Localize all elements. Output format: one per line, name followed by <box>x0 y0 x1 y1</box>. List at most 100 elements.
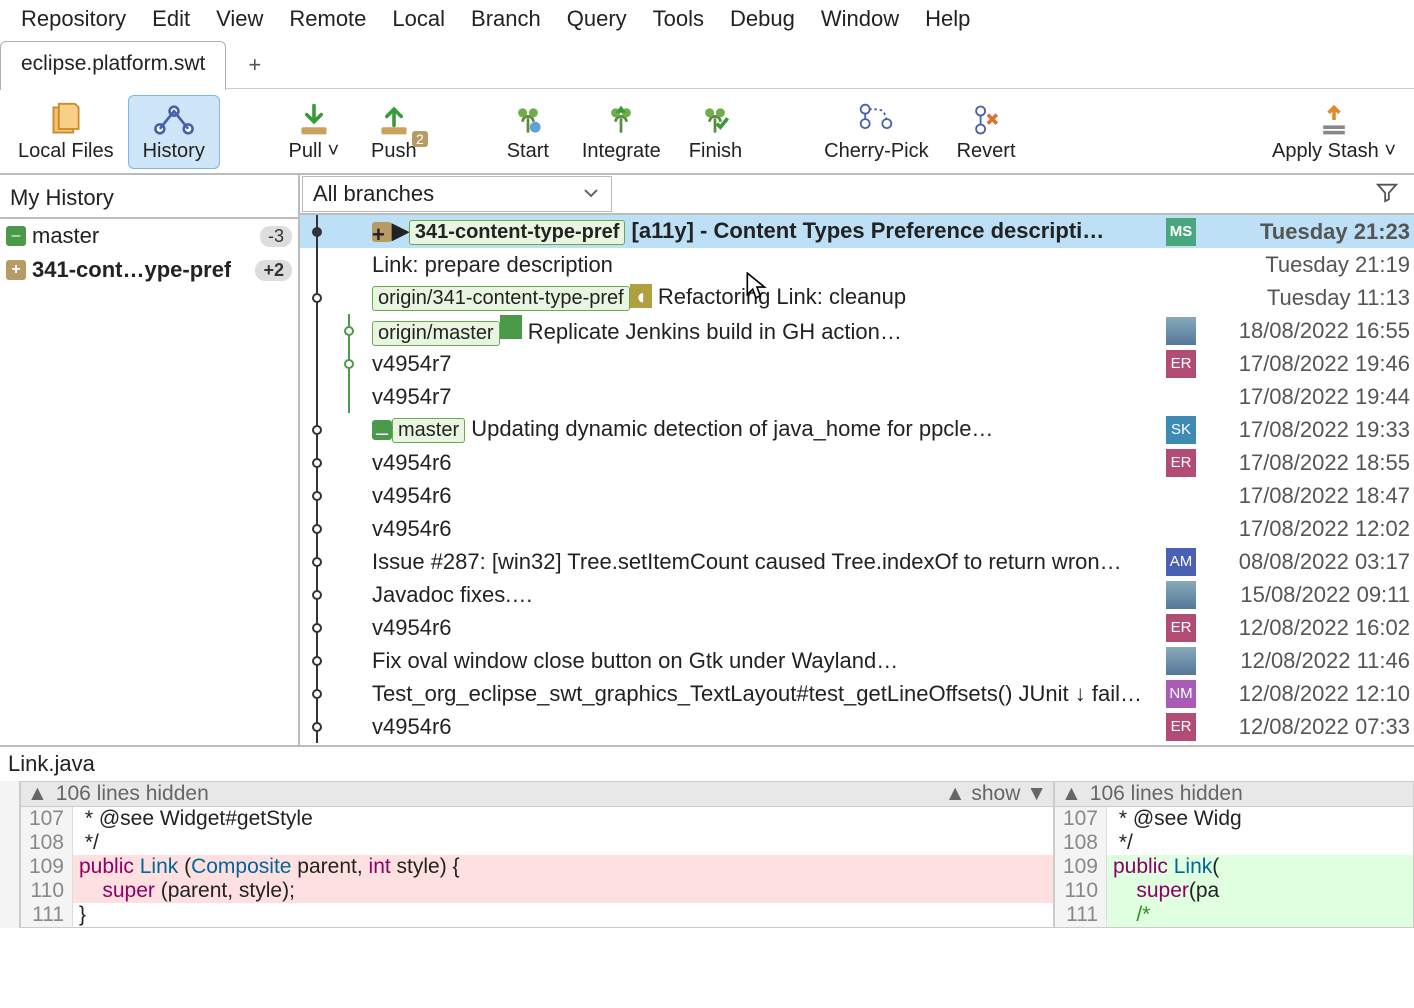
commit-row[interactable]: origin/341-content-type-pref◖ Refactorin… <box>300 281 1414 314</box>
menu-window[interactable]: Window <box>808 2 912 36</box>
branch-count-badge: -3 <box>260 226 292 247</box>
code-text: */ <box>1107 831 1413 855</box>
code-text: */ <box>73 831 1053 855</box>
code-text: super (parent, style); <box>73 879 1053 903</box>
commit-graph <box>300 677 372 710</box>
commit-author-avatar <box>1166 317 1196 345</box>
commit-graph <box>300 479 372 512</box>
sidebar-branch-item[interactable]: +341-cont…ype-pref+2 <box>0 253 298 287</box>
sidebar-title: My History <box>0 175 298 219</box>
pull-label: Pull ˅ <box>289 140 340 163</box>
menu-tools[interactable]: Tools <box>640 2 717 36</box>
tab-repository[interactable]: eclipse.platform.swt <box>0 41 226 90</box>
commit-message: origin/341-content-type-pref◖ Refactorin… <box>372 284 1162 311</box>
branch-filter-dropdown[interactable]: All branches <box>302 176 612 212</box>
commit-author-avatar: MS <box>1166 218 1196 246</box>
revert-button[interactable]: Revert <box>943 95 1030 169</box>
start-button[interactable]: Start <box>488 95 568 169</box>
funnel-icon <box>1376 181 1398 203</box>
menu-branch[interactable]: Branch <box>458 2 554 36</box>
filter-icon-button[interactable] <box>1360 175 1414 214</box>
commit-author-avatar <box>1166 515 1196 543</box>
diff-hidden-lines-bar[interactable]: ▲106 lines hidden <box>1055 782 1413 807</box>
apply-stash-button[interactable]: Apply Stash ˅ <box>1258 95 1410 169</box>
start-icon <box>510 102 546 138</box>
commit-row[interactable]: Javadoc fixes.…15/08/2022 09:11 <box>300 578 1414 611</box>
cherry-pick-button[interactable]: Cherry-Pick <box>810 95 942 169</box>
commit-row[interactable]: v4954r6ER12/08/2022 07:33 <box>300 710 1414 743</box>
chevron-down-icon <box>583 185 599 201</box>
apply-stash-label: Apply Stash ˅ <box>1272 140 1396 163</box>
commit-author-avatar <box>1166 482 1196 510</box>
commit-graph <box>300 611 372 644</box>
finish-button[interactable]: Finish <box>675 95 756 169</box>
commit-time: 17/08/2022 18:55 <box>1200 450 1410 476</box>
commit-row[interactable]: v4954r7ER17/08/2022 19:46 <box>300 347 1414 380</box>
menu-help[interactable]: Help <box>912 2 983 36</box>
commit-author-avatar <box>1166 383 1196 411</box>
diff-hidden-lines-bar[interactable]: ▲106 lines hidden▲ show ▼ <box>21 782 1053 807</box>
commit-time: 12/08/2022 07:33 <box>1200 714 1410 740</box>
commit-time: 17/08/2022 18:47 <box>1200 483 1410 509</box>
integrate-button[interactable]: Integrate <box>568 95 675 169</box>
commit-message: Link: prepare description <box>372 252 1162 278</box>
sidebar-branch-item[interactable]: –master -3 <box>0 219 298 253</box>
menu-view[interactable]: View <box>203 2 276 36</box>
commit-graph <box>300 578 372 611</box>
branch-label: master <box>32 223 99 249</box>
commit-message: –master Updating dynamic detection of ja… <box>372 416 1162 443</box>
commit-author-avatar: ER <box>1166 350 1196 378</box>
commit-list[interactable]: +▶341-content-type-pref [a11y] - Content… <box>300 215 1414 745</box>
pull-button[interactable]: Pull ˅ <box>274 95 354 169</box>
commit-row[interactable]: v4954r617/08/2022 12:02 <box>300 512 1414 545</box>
menu-remote[interactable]: Remote <box>276 2 379 36</box>
commit-row[interactable]: +▶341-content-type-pref [a11y] - Content… <box>300 215 1414 248</box>
commit-time: 17/08/2022 19:33 <box>1200 417 1410 443</box>
push-button[interactable]: 2 Push <box>354 95 434 169</box>
push-label: Push <box>371 140 417 163</box>
commit-row[interactable]: Test_org_eclipse_swt_graphics_TextLayout… <box>300 677 1414 710</box>
commit-time: Tuesday 11:13 <box>1200 285 1410 311</box>
commit-time: 12/08/2022 16:02 <box>1200 615 1410 641</box>
history-button[interactable]: History <box>128 95 220 169</box>
menu-local[interactable]: Local <box>379 2 458 36</box>
commit-time: 18/08/2022 16:55 <box>1200 318 1410 344</box>
commit-row[interactable]: v4954r6ER12/08/2022 16:02 <box>300 611 1414 644</box>
commit-message: Javadoc fixes.… <box>372 582 1162 608</box>
commit-row[interactable]: Issue #287: [win32] Tree.setItemCount ca… <box>300 545 1414 578</box>
local-files-button[interactable]: Local Files <box>4 95 128 169</box>
commit-graph <box>300 380 372 413</box>
branch-chip-icon: – <box>6 226 26 246</box>
commit-graph <box>300 512 372 545</box>
branch-filter-label: All branches <box>313 181 434 207</box>
commit-row[interactable]: Fix oval window close button on Gtk unde… <box>300 644 1414 677</box>
commit-row[interactable]: origin/master Replicate Jenkins build in… <box>300 314 1414 347</box>
toolbar: Local Files History Pull ˅ 2 Push Start … <box>0 89 1414 175</box>
menu-bar: RepositoryEditViewRemoteLocalBranchQuery… <box>0 0 1414 41</box>
line-number: 109 <box>1055 855 1107 879</box>
pull-icon <box>296 102 332 138</box>
menu-query[interactable]: Query <box>554 2 640 36</box>
line-number: 108 <box>1055 831 1107 855</box>
menu-debug[interactable]: Debug <box>717 2 808 36</box>
diff-right-column[interactable]: ▲106 lines hidden107 * @see Widg108 */10… <box>1054 781 1414 928</box>
commit-author-avatar <box>1166 284 1196 312</box>
commit-graph <box>300 446 372 479</box>
commit-row[interactable]: v4954r6ER17/08/2022 18:55 <box>300 446 1414 479</box>
commit-row[interactable]: –master Updating dynamic detection of ja… <box>300 413 1414 446</box>
push-icon <box>376 102 412 138</box>
line-number: 110 <box>1055 879 1107 903</box>
revert-icon <box>968 102 1004 138</box>
menu-repository[interactable]: Repository <box>8 2 139 36</box>
menu-edit[interactable]: Edit <box>139 2 203 36</box>
new-tab-button[interactable]: + <box>232 44 277 86</box>
diff-left-column[interactable]: ▲106 lines hidden▲ show ▼107 * @see Widg… <box>20 781 1054 928</box>
commit-row[interactable]: Link: prepare descriptionTuesday 21:19 <box>300 248 1414 281</box>
branch-chip-icon: + <box>6 260 26 280</box>
commit-row[interactable]: v4954r617/08/2022 18:47 <box>300 479 1414 512</box>
commit-message: Issue #287: [win32] Tree.setItemCount ca… <box>372 549 1162 575</box>
commit-row[interactable]: v4954r717/08/2022 19:44 <box>300 380 1414 413</box>
history-label: History <box>143 140 205 163</box>
stash-icon <box>1316 102 1352 138</box>
code-text: /* <box>1107 903 1413 927</box>
